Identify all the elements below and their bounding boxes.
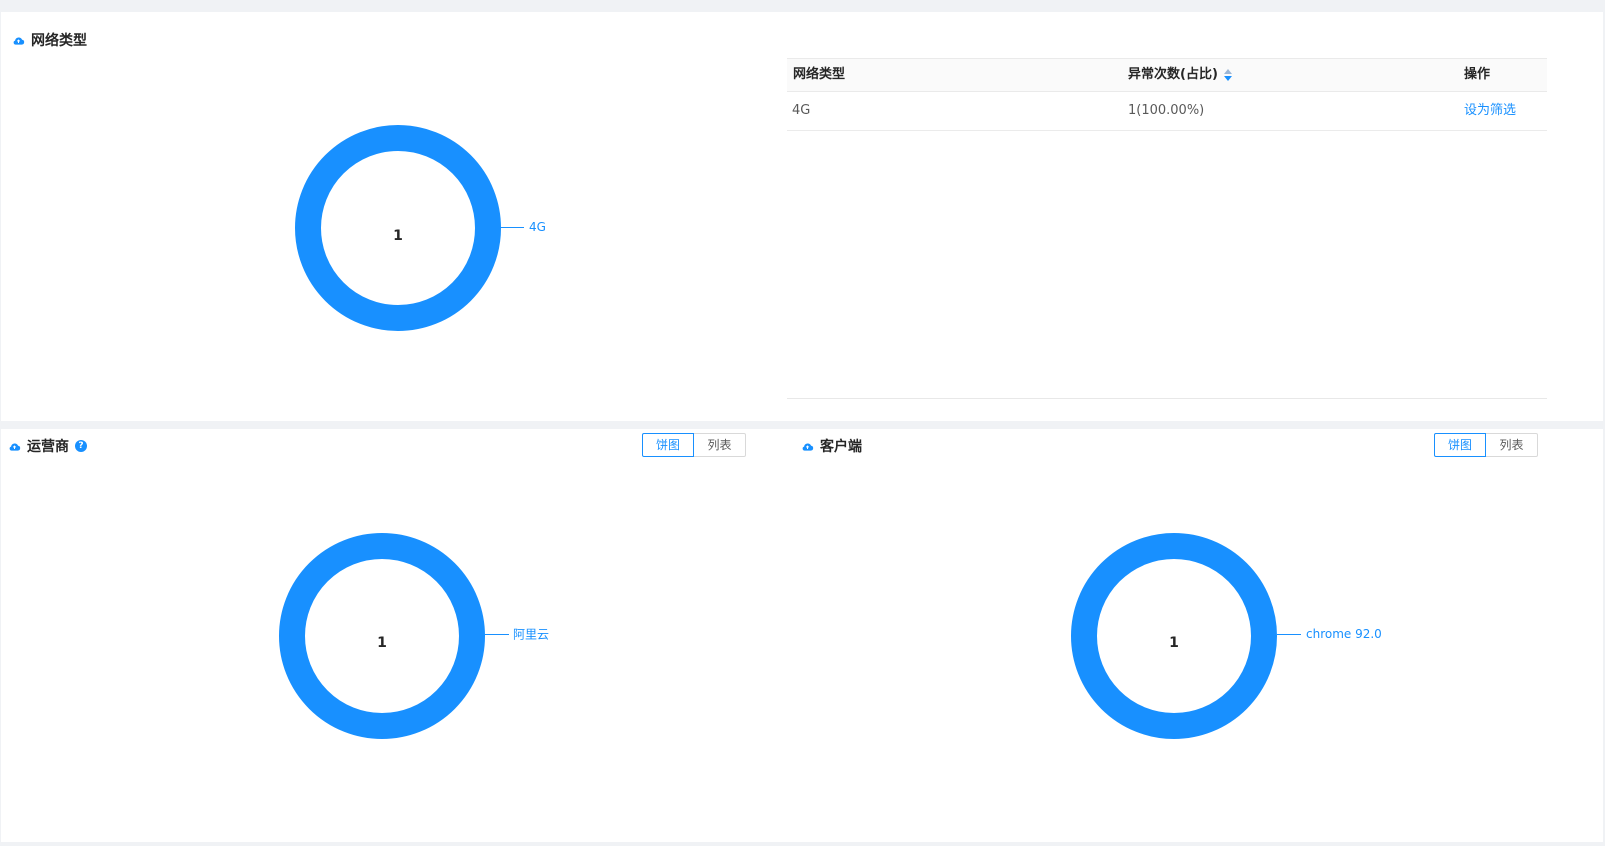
network-type-header: 网络类型 xyxy=(12,30,87,50)
panel-title: 客户端 xyxy=(820,439,862,455)
cell-network-type: 4G xyxy=(792,103,811,118)
panel-title: 网络类型 xyxy=(31,33,87,49)
donut-leader-line xyxy=(1277,634,1301,635)
carrier-panel: 运营商 ? 饼图 列表 1 阿里云 xyxy=(1,429,789,842)
client-panel: 客户端 饼图 列表 1 chrome 92.0 xyxy=(787,429,1603,842)
network-type-table: 网络类型 异常次数(占比) 操作 4G 1(100.00%) 设为筛选 xyxy=(787,58,1547,131)
donut-center-value: 1 xyxy=(393,228,403,244)
panel-title: 运营商 xyxy=(27,439,69,455)
list-view-button[interactable]: 列表 xyxy=(694,433,746,457)
donut-slice-label: 阿里云 xyxy=(513,627,550,642)
pie-view-button[interactable]: 饼图 xyxy=(642,433,694,457)
column-header-network-type: 网络类型 xyxy=(793,67,846,82)
view-toggle: 饼图 列表 xyxy=(642,433,746,457)
column-header-count[interactable]: 异常次数(占比) xyxy=(1128,59,1232,91)
donut-center-value: 1 xyxy=(1169,635,1179,651)
donut-leader-line xyxy=(485,634,509,635)
cell-count: 1(100.00%) xyxy=(1128,103,1205,118)
view-toggle: 饼图 列表 xyxy=(1434,433,1538,457)
carrier-header: 运营商 ? xyxy=(8,436,87,456)
column-header-count-label: 异常次数(占比) xyxy=(1128,67,1218,82)
donut-slice-label: chrome 92.0 xyxy=(1306,627,1382,641)
cloud-icon xyxy=(9,442,21,451)
table-header: 网络类型 异常次数(占比) 操作 xyxy=(787,58,1547,92)
donut-slice-label: 4G xyxy=(529,220,546,234)
table-bottom-divider xyxy=(787,398,1547,399)
set-filter-link[interactable]: 设为筛选 xyxy=(1464,92,1516,130)
cloud-icon xyxy=(802,442,814,451)
pie-view-button[interactable]: 饼图 xyxy=(1434,433,1486,457)
help-icon[interactable]: ? xyxy=(75,440,87,452)
cloud-icon xyxy=(13,36,25,45)
list-view-button[interactable]: 列表 xyxy=(1486,433,1538,457)
donut-leader-line xyxy=(501,227,524,228)
sort-icon[interactable] xyxy=(1223,68,1232,81)
donut-center-value: 1 xyxy=(377,635,387,651)
table-row: 4G 1(100.00%) 设为筛选 xyxy=(787,92,1547,131)
client-header: 客户端 xyxy=(801,436,862,456)
column-header-action: 操作 xyxy=(1464,67,1491,82)
